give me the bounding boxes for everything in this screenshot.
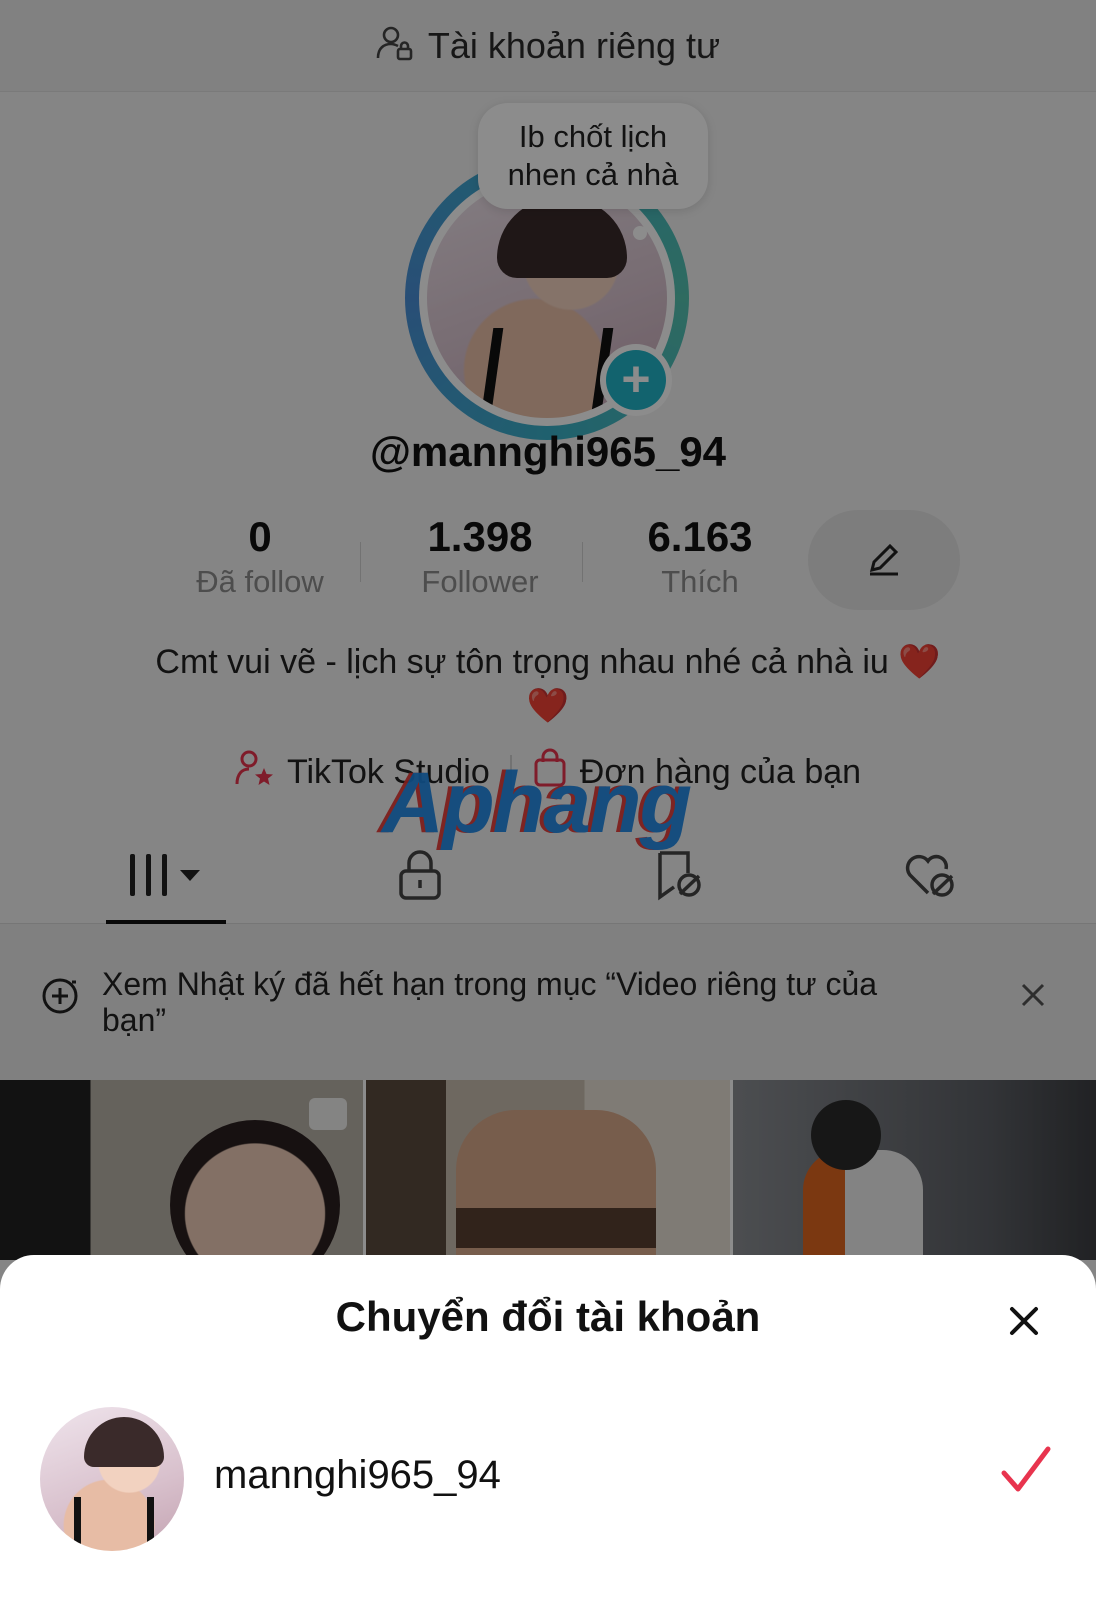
- expired-stories-notice[interactable]: Xem Nhật ký đã hết hạn trong mục “Video …: [0, 924, 1096, 1080]
- creator-star-icon: [235, 748, 275, 797]
- account-row[interactable]: mannghi965_94: [0, 1405, 1096, 1555]
- note-bubble-tail: [633, 226, 647, 240]
- plus-icon: +: [606, 350, 666, 410]
- stat-followers[interactable]: 1.398 Follower: [370, 512, 590, 602]
- heart-emoji: ❤️: [898, 643, 941, 681]
- bookmark-hidden-icon: [652, 849, 704, 906]
- bio-text: Cmt vui vẽ - lịch sự tôn trọng nhau nhé …: [155, 643, 889, 681]
- lock-icon: [397, 849, 443, 906]
- close-icon[interactable]: [1004, 1301, 1044, 1341]
- note-bubble[interactable]: Ib chốt lịch nhen cả nhà: [478, 103, 708, 209]
- divider: [360, 542, 361, 582]
- video-grid: [0, 1080, 1096, 1260]
- stat-label: Follower: [421, 564, 539, 599]
- avatar: [40, 1407, 184, 1551]
- edit-profile-button[interactable]: [808, 510, 960, 610]
- tab-favorites[interactable]: [618, 830, 738, 924]
- profile-username: @mannghi965_94: [369, 428, 727, 475]
- notice-text: Xem Nhật ký đã hết hạn trong mục “Video …: [102, 966, 878, 1038]
- video-thumbnail[interactable]: [0, 1080, 364, 1260]
- note-text: Ib chốt lịch nhen cả nhà: [507, 119, 679, 192]
- profile-tabs: [0, 830, 1096, 924]
- tab-private[interactable]: [360, 830, 480, 924]
- stat-label: Đã follow: [196, 564, 324, 599]
- tab-liked[interactable]: [870, 830, 990, 924]
- stat-value: 0: [248, 513, 272, 560]
- video-thumbnail[interactable]: [732, 1080, 1096, 1260]
- stat-value: 1.398: [427, 513, 533, 560]
- tab-videos[interactable]: [106, 830, 226, 924]
- top-bar[interactable]: Tài khoản riêng tư: [0, 0, 1096, 92]
- heart-hidden-icon: [902, 849, 958, 906]
- pencil-icon: [864, 538, 904, 583]
- story-add-icon: [40, 976, 80, 1021]
- stat-label: Thích: [661, 564, 739, 599]
- stat-likes[interactable]: 6.163 Thích: [590, 512, 810, 602]
- private-account-icon: [376, 24, 414, 67]
- stat-following[interactable]: 0 Đã follow: [150, 512, 370, 602]
- photo-icon: [309, 1098, 348, 1130]
- account-name: mannghi965_94: [214, 1453, 501, 1497]
- grid-videos-icon: [126, 850, 206, 905]
- profile-bio: Cmt vui vẽ - lịch sự tôn trọng nhau nhé …: [80, 640, 1016, 728]
- sheet-title: Chuyển đổi tài khoản: [335, 1293, 761, 1340]
- checkmark-icon: [998, 1443, 1054, 1504]
- heart-emoji: ❤️: [526, 687, 570, 725]
- switch-account-sheet: Chuyển đổi tài khoản mannghi965_94: [0, 1255, 1096, 1600]
- close-icon[interactable]: [1018, 980, 1048, 1015]
- stat-value: 6.163: [647, 513, 753, 560]
- add-story-button[interactable]: +: [600, 344, 672, 416]
- account-title: Tài khoản riêng tư: [427, 24, 721, 66]
- video-thumbnail[interactable]: [366, 1080, 730, 1260]
- divider: [582, 542, 583, 582]
